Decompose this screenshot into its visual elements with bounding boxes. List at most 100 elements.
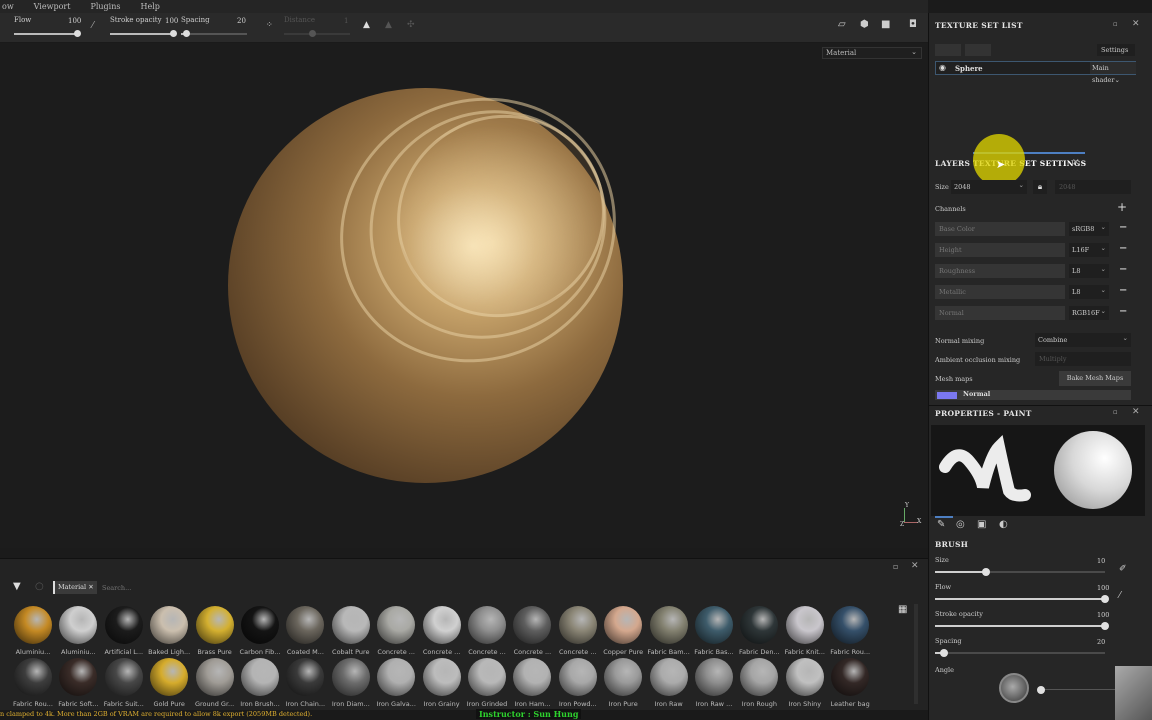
normal-mixing-dropdown[interactable]: Combine — [1035, 331, 1131, 347]
material-thumbnail[interactable] — [286, 658, 325, 696]
material-thumbnail[interactable] — [604, 658, 643, 696]
material-thumbnail[interactable] — [331, 606, 370, 644]
material-thumbnail[interactable] — [422, 658, 461, 696]
material-thumbnail[interactable] — [195, 606, 234, 644]
size-dropdown[interactable]: 2048 — [951, 178, 1027, 194]
channel-name-field[interactable]: Base Color — [935, 222, 1065, 236]
material-thumbnail[interactable] — [649, 658, 688, 696]
tab-close-icon[interactable]: ✕ — [1072, 158, 1080, 168]
material-thumbnail[interactable] — [331, 658, 370, 696]
flow-slider[interactable] — [14, 30, 81, 37]
remove-channel-icon[interactable]: − — [1119, 285, 1127, 296]
material-thumbnail[interactable] — [513, 658, 552, 696]
undock-icon[interactable]: ▫ — [893, 562, 898, 571]
material-thumbnail[interactable] — [104, 606, 143, 644]
angle-dial[interactable] — [999, 673, 1029, 703]
material-thumbnail[interactable] — [286, 606, 325, 644]
channel-format-dropdown[interactable]: RGB16F — [1069, 304, 1109, 320]
settings-dropdown[interactable]: Settings ⌄ — [1097, 44, 1135, 66]
disabled-button[interactable] — [965, 44, 991, 56]
texture-set-row[interactable]: ◉ Sphere Main shader⌄ — [935, 61, 1136, 84]
material-thumbnail[interactable] — [513, 606, 552, 644]
material-thumbnail[interactable] — [785, 658, 824, 696]
material-thumbnail[interactable] — [468, 606, 506, 644]
size-pressure-icon[interactable]: ✐ — [1119, 564, 1127, 574]
material-thumbnail[interactable] — [377, 606, 416, 644]
material-thumbnail[interactable] — [604, 606, 643, 644]
material-thumbnail[interactable] — [695, 658, 733, 696]
add-channel-icon[interactable]: + — [1117, 200, 1127, 214]
material-thumbnail[interactable] — [785, 606, 824, 644]
menu-plugins[interactable]: Plugins — [90, 2, 120, 11]
material-thumbnail[interactable] — [14, 606, 52, 644]
material-thumbnail[interactable] — [241, 606, 279, 644]
shader-dropdown[interactable]: Main shader⌄ — [1090, 62, 1136, 84]
stroke-opacity-slider[interactable] — [110, 30, 177, 37]
size-slider[interactable] — [935, 568, 1105, 576]
channel-format-dropdown[interactable]: L8 — [1069, 283, 1109, 299]
material-thumbnail[interactable] — [377, 658, 416, 696]
material-thumbnail[interactable] — [104, 658, 143, 696]
material-thumbnail[interactable] — [831, 658, 870, 696]
stroke-opacity-slider[interactable] — [935, 622, 1109, 630]
material-thumbnail[interactable] — [150, 658, 189, 696]
mirror-icon[interactable]: ▲ — [385, 20, 392, 30]
material-thumbnail[interactable] — [195, 658, 234, 696]
pen-pressure-icon[interactable]: ⁄ — [92, 21, 94, 31]
flow-pressure-icon[interactable]: ⁄ — [1119, 591, 1121, 601]
material-thumbnail[interactable] — [14, 658, 52, 696]
channel-name-field[interactable]: Height — [935, 243, 1065, 257]
close-icon[interactable]: ✕ — [1132, 19, 1140, 29]
bake-mesh-maps-button[interactable]: Bake Mesh Maps — [1059, 371, 1131, 386]
material-thumbnail[interactable] — [558, 606, 597, 644]
close-icon[interactable]: ✕ — [1132, 407, 1140, 417]
symmetry-icon[interactable]: ▲ — [363, 20, 370, 30]
material-thumbnail[interactable] — [59, 658, 98, 696]
menu-window[interactable]: ow — [2, 2, 14, 11]
mesh-map-normal-row[interactable]: Normal — [935, 390, 1131, 400]
distance-slider[interactable] — [284, 30, 350, 37]
reset-filter-icon[interactable]: ○ — [35, 581, 44, 592]
remove-channel-icon[interactable]: − — [1119, 264, 1127, 275]
menu-viewport[interactable]: Viewport — [34, 2, 71, 11]
shelf-scrollbar[interactable] — [914, 604, 918, 704]
stencil-tab-icon[interactable]: ▣ — [977, 519, 986, 530]
undock-icon[interactable]: ▫ — [1113, 20, 1118, 28]
material-tab-icon[interactable]: ◐ — [999, 519, 1008, 530]
material-thumbnail[interactable] — [59, 606, 98, 644]
size-secondary-field[interactable]: 2048 — [1055, 180, 1131, 194]
brush-tab-icon[interactable]: ✎ — [937, 519, 945, 530]
lazy-mouse-icon[interactable]: ⁘ — [266, 20, 273, 29]
channel-name-field[interactable]: Metallic — [935, 285, 1065, 299]
material-thumbnail[interactable] — [831, 606, 870, 644]
screenshot-icon[interactable]: ◘ — [909, 19, 917, 30]
viewport-mode-dropdown[interactable]: Material ⌄ — [822, 47, 922, 59]
channel-name-field[interactable]: Normal — [935, 306, 1065, 320]
remove-channel-icon[interactable]: − — [1119, 243, 1127, 254]
camera-frame-icon[interactable]: ▱ — [838, 19, 846, 30]
flow-slider[interactable] — [935, 595, 1109, 603]
channel-format-dropdown[interactable]: sRGB8 — [1069, 220, 1109, 236]
lock-icon[interactable]: 🔒︎ — [1033, 180, 1047, 194]
close-icon[interactable]: ✕ — [911, 561, 919, 571]
filter-icon[interactable]: ▼ — [13, 581, 21, 592]
ao-mixing-dropdown[interactable]: Multiply — [1035, 352, 1131, 366]
symmetry-axis-icon[interactable]: ✣ — [407, 20, 415, 30]
channel-format-dropdown[interactable]: L16F — [1069, 241, 1109, 257]
display-mode-icon[interactable]: ⬢ — [860, 19, 869, 30]
material-thumbnail[interactable] — [740, 606, 779, 644]
remove-channel-icon[interactable]: − — [1119, 222, 1127, 233]
material-thumbnail[interactable] — [695, 606, 733, 644]
spacing-slider[interactable] — [935, 649, 1105, 657]
filter-tag-material[interactable]: Material ✕ — [53, 581, 97, 594]
alpha-tab-icon[interactable]: ◎ — [956, 519, 965, 530]
shelf-search-input[interactable] — [102, 581, 882, 594]
channel-name-field[interactable]: Roughness — [935, 264, 1065, 278]
material-thumbnail[interactable] — [558, 658, 597, 696]
menu-help[interactable]: Help — [140, 2, 159, 11]
disabled-button[interactable] — [935, 44, 961, 56]
material-thumbnail[interactable] — [468, 658, 506, 696]
material-thumbnail[interactable] — [241, 658, 279, 696]
material-thumbnail[interactable] — [422, 606, 461, 644]
radio-icon[interactable]: ◉ — [939, 63, 946, 72]
